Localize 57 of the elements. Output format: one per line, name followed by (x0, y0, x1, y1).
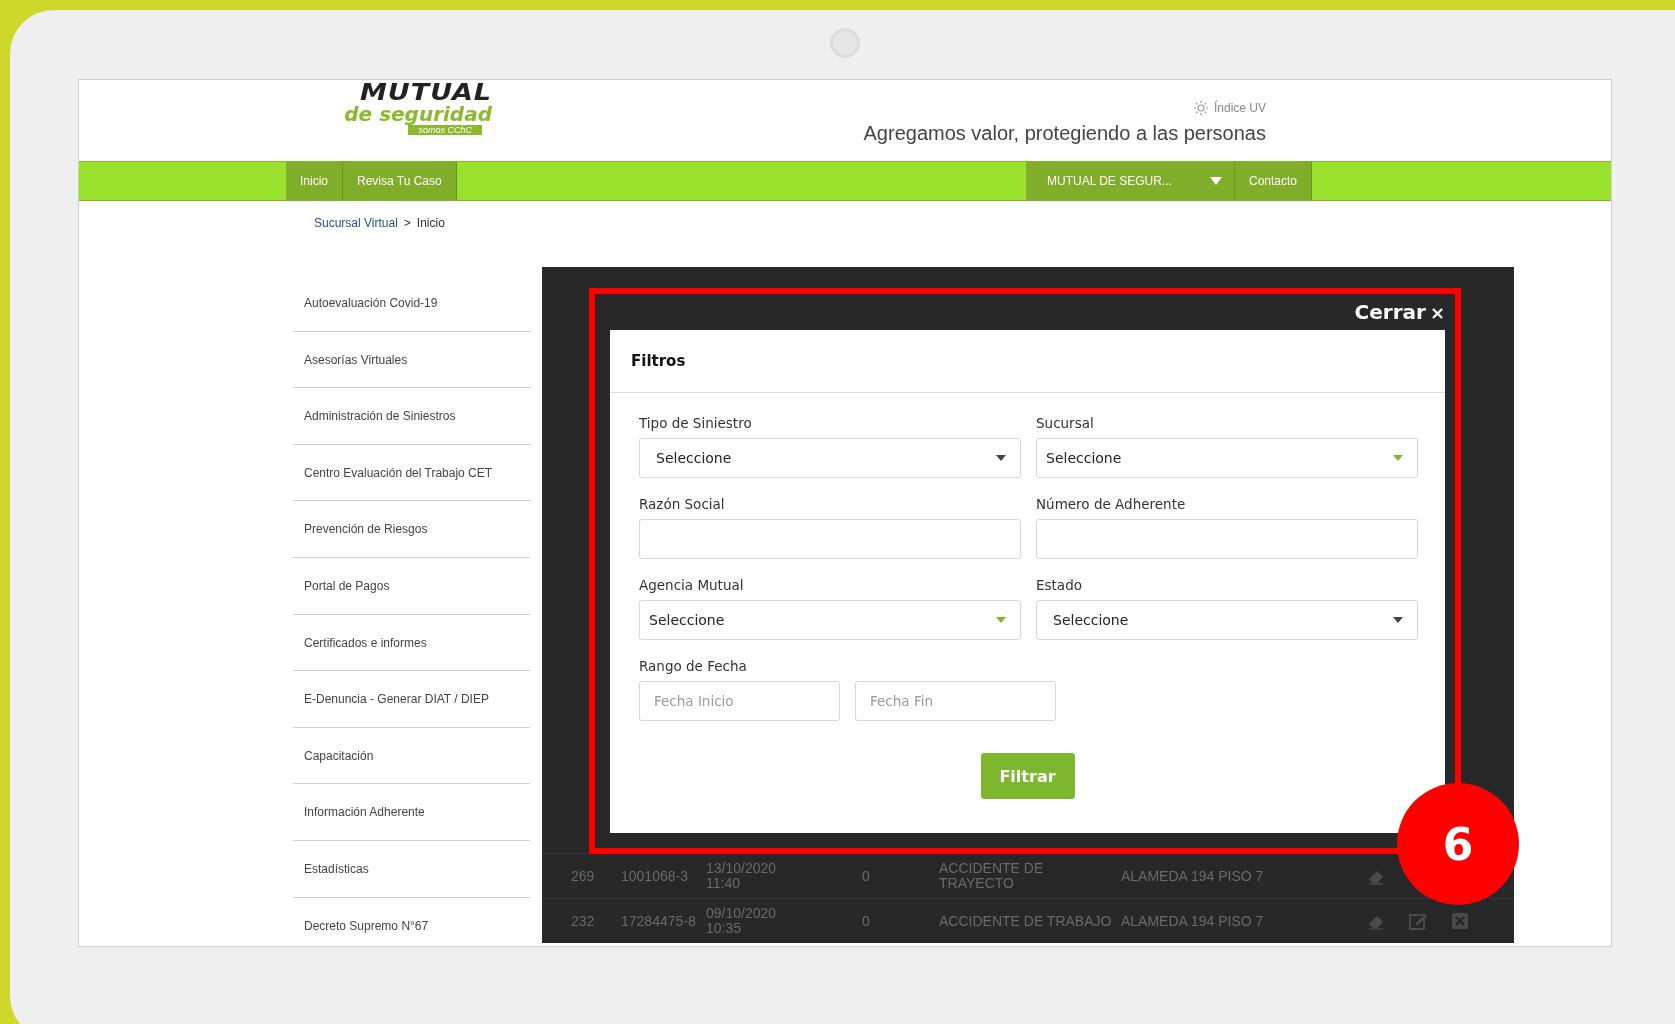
uv-index-link[interactable]: Índice UV (1213, 101, 1266, 115)
sidebar-item[interactable]: Administración de Siniestros (293, 388, 530, 445)
table-cell-text: ACCIDENTE DE TRABAJO (939, 913, 1113, 929)
field-label: Tipo de Siniestro (639, 415, 753, 431)
caret-icon (1209, 177, 1222, 185)
date-field[interactable]: Fecha Fin (855, 681, 1056, 721)
caret-icon (1393, 455, 1403, 461)
breadcrumb-separator: > (403, 216, 411, 232)
input-field[interactable] (639, 519, 1021, 559)
logo-wordmark: MUTUAL (359, 80, 492, 104)
breadcrumb-current: Inicio (416, 216, 445, 232)
close-button[interactable]: Cerrar × (610, 294, 1445, 330)
caret-icon (996, 455, 1006, 461)
edit-icon[interactable] (1408, 911, 1428, 931)
sidebar-item[interactable]: E-Denuncia - Generar DIAT / DIEP (293, 671, 530, 728)
select-field[interactable]: Seleccione (639, 438, 1021, 478)
sidebar-item[interactable]: Portal de Pagos (293, 557, 530, 615)
select-field[interactable]: Seleccione (1036, 438, 1418, 478)
table-cell-text: ACCIDENTE DE TRAYECTO (939, 861, 1045, 891)
table-cell-text: 13/10/2020 11:40 (706, 861, 778, 891)
breadcrumb-link[interactable]: Sucursal Virtual (314, 216, 398, 251)
table-cell-text: 0 (862, 913, 871, 929)
caret-icon (1393, 617, 1403, 623)
table-cell-text: 09/10/2020 10:35 (706, 906, 778, 936)
caret-icon (996, 617, 1006, 623)
table-cell-text: ALAMEDA 194 PISO 7 (1121, 913, 1265, 929)
table-cell-text: 269 (571, 868, 596, 884)
field-label: Rango de Fecha (639, 658, 748, 674)
field-label: Número de Adherente (1036, 496, 1187, 512)
sidebar-item[interactable]: Centro Evaluación del Trabajo CET (293, 444, 530, 502)
select-field[interactable]: Seleccione (639, 600, 1021, 640)
logo-tag: somos CChC (408, 125, 482, 135)
sidebar-item[interactable]: Capacitación (293, 727, 530, 785)
delete-icon[interactable] (1450, 911, 1470, 931)
sidebar-item[interactable]: Autoevaluación Covid-19 (293, 275, 530, 332)
dialog-title: Filtros (610, 330, 1445, 393)
sidebar-item[interactable]: Decreto Supremo N°67 (293, 897, 530, 946)
step-badge: 6 (1397, 783, 1519, 905)
table-cell-text: 1001068-3 (621, 868, 689, 884)
table-cell-text: ALAMEDA 194 PISO 7 (1121, 868, 1265, 884)
table-cell-text: 232 (571, 913, 596, 929)
field-label: Agencia Mutual (639, 577, 745, 593)
sidebar-item[interactable]: Prevención de Riesgos (293, 501, 530, 558)
select-field[interactable]: Seleccione (1036, 600, 1418, 640)
sidebar-item[interactable]: Información Adherente (293, 784, 530, 841)
table-cell-text: 17284475-8 (621, 913, 697, 929)
field-label: Razón Social (639, 496, 726, 512)
sun-icon (1192, 100, 1209, 116)
table-cell-text: 0 (862, 868, 871, 884)
sidebar-item[interactable]: Asesorías Virtuales (293, 331, 530, 389)
input-field[interactable] (1036, 519, 1418, 559)
field-label: Estado (1036, 577, 1083, 593)
sidebar-item[interactable]: Estadísticas (293, 840, 530, 898)
field-label: Sucursal (1036, 415, 1095, 431)
sidebar-item[interactable]: Certificados e informes (293, 614, 530, 672)
tagline: Agregamos valor, protegiendo a las personas (863, 122, 1266, 145)
date-field[interactable]: Fecha Inicio (639, 681, 840, 721)
